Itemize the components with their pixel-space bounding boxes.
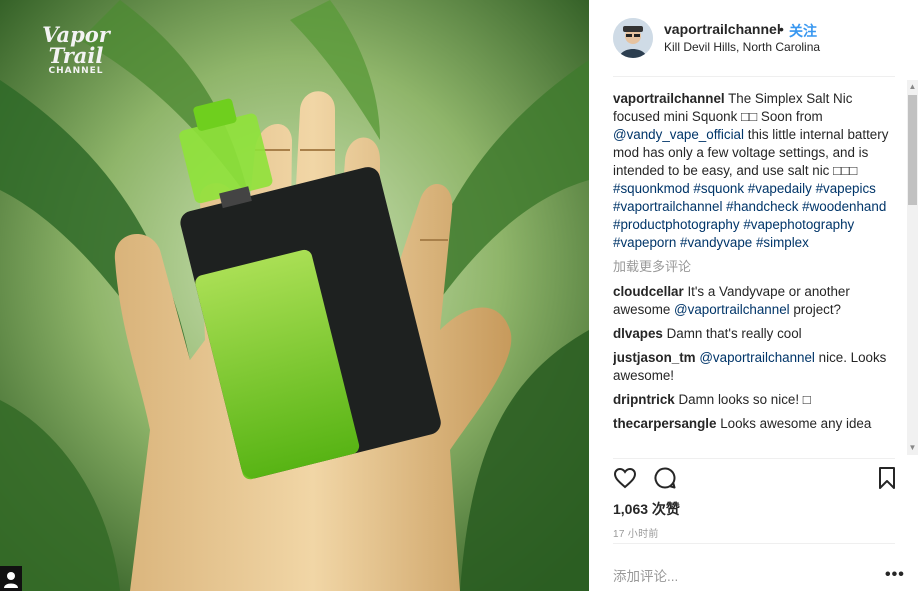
comment-username[interactable]: dripntrick [613, 392, 675, 407]
hashtag[interactable]: #squonk [693, 181, 744, 196]
scroll-down-arrow-icon[interactable]: ▼ [907, 443, 918, 453]
watermark-line3: CHANNEL [48, 66, 104, 76]
load-more-comments-button[interactable]: 加载更多评论 [613, 258, 893, 276]
post-timestamp[interactable]: 17 小时前 [613, 525, 659, 540]
post-header: vaportrailchannel • 关注 Kill Devil Hills,… [589, 0, 919, 76]
add-comment-input[interactable]: 添加评论... [613, 565, 678, 585]
scrollbar-thumb[interactable] [908, 95, 917, 205]
comment-text: project? [793, 302, 841, 317]
comments-divider [613, 458, 895, 459]
action-bar [589, 462, 919, 494]
hashtag[interactable]: #vapedaily [748, 181, 812, 196]
caption-mention[interactable]: @vandy_vape_official [613, 127, 744, 142]
hashtag[interactable]: #vapepics [816, 181, 876, 196]
comment-item: justjason_tm @vaportrailchannel nice. Lo… [613, 349, 893, 385]
hashtag[interactable]: #vaportrailchannel [613, 199, 722, 214]
hashtag[interactable]: #handcheck [726, 199, 798, 214]
comments-scrollbar[interactable]: ▲ ▼ [907, 80, 918, 455]
caption: vaportrailchannel The Simplex Salt Nic f… [613, 90, 893, 252]
hashtag[interactable]: #vapeporn [613, 235, 676, 250]
follow-button[interactable]: 关注 [789, 21, 817, 41]
header-divider [613, 76, 895, 77]
hashtag[interactable]: #vandyvape [680, 235, 752, 250]
comment-text: Damn looks so nice! □ [678, 392, 811, 407]
photo-image [0, 0, 589, 591]
bookmark-icon[interactable] [877, 466, 897, 495]
hashtag[interactable]: #productphotography [613, 217, 740, 232]
header-username[interactable]: vaportrailchannel [664, 21, 781, 37]
comment-item: dlvapes Damn that's really cool [613, 325, 893, 343]
tagged-user-icon[interactable] [0, 566, 22, 591]
comment-username[interactable]: dlvapes [613, 326, 663, 341]
comment-username[interactable]: thecarpersangle [613, 416, 716, 431]
comment-username[interactable]: cloudcellar [613, 284, 684, 299]
avatar-image [613, 18, 653, 58]
comment-username[interactable]: justjason_tm [613, 350, 696, 365]
post-sidebar: vaportrailchannel • 关注 Kill Devil Hills,… [589, 0, 919, 591]
add-comment-divider [613, 543, 895, 544]
avatar[interactable] [613, 18, 653, 58]
comment-icon[interactable] [653, 466, 677, 495]
comment-mention[interactable]: @vaportrailchannel [699, 350, 815, 365]
header-separator: • [779, 21, 784, 37]
hashtag[interactable]: #woodenhand [802, 199, 886, 214]
comment-text: Looks awesome any idea [720, 416, 872, 431]
watermark-line2: Trail [48, 43, 104, 68]
hashtag[interactable]: #simplex [756, 235, 809, 250]
comments-list[interactable]: vaportrailchannel The Simplex Salt Nic f… [613, 90, 893, 455]
comment-item: dripntrick Damn looks so nice! □ [613, 391, 893, 409]
hashtag[interactable]: #squonkmod [613, 181, 690, 196]
scroll-up-arrow-icon[interactable]: ▲ [907, 82, 918, 92]
more-options-icon[interactable]: ••• [885, 566, 905, 584]
heart-icon[interactable] [613, 466, 637, 495]
location-link[interactable]: Kill Devil Hills, North Carolina [664, 40, 820, 54]
watermark-logo: Vapor Trail CHANNEL [36, 24, 116, 77]
comment-item: cloudcellar It's a Vandyvape or another … [613, 283, 893, 319]
likes-count[interactable]: 1,063 次赞 [613, 499, 680, 519]
comment-item: thecarpersangle Looks awesome any idea [613, 415, 893, 433]
comment-mention[interactable]: @vaportrailchannel [674, 302, 790, 317]
comment-text: Damn that's really cool [666, 326, 802, 341]
hashtag[interactable]: #vapephotography [743, 217, 854, 232]
caption-username[interactable]: vaportrailchannel [613, 91, 725, 106]
person-icon [4, 572, 18, 588]
post-photo[interactable]: Vapor Trail CHANNEL [0, 0, 589, 591]
